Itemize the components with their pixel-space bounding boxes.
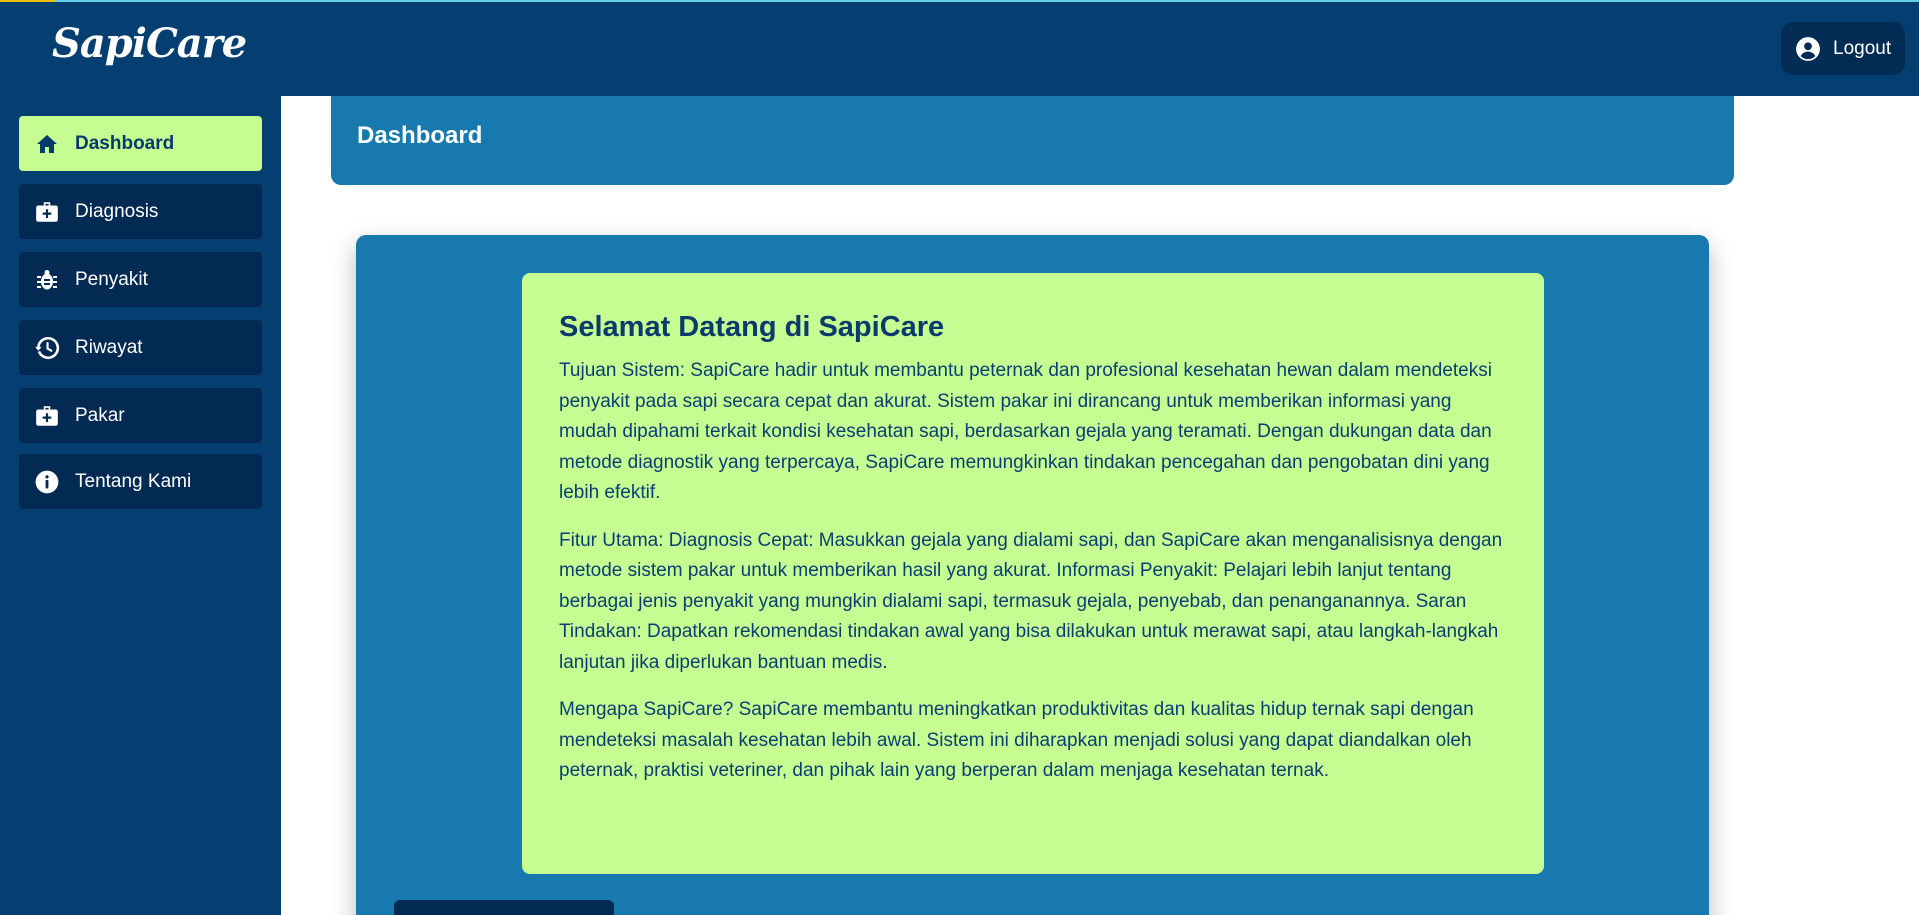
medical-kit-icon bbox=[33, 402, 61, 430]
action-button[interactable] bbox=[394, 900, 614, 915]
sidebar-item-pakar[interactable]: Pakar bbox=[19, 388, 262, 443]
welcome-title: Selamat Datang di SapiCare bbox=[559, 311, 945, 343]
loading-indicator bbox=[0, 0, 55, 2]
welcome-paragraph-features: Fitur Utama: Diagnosis Cepat: Masukkan g… bbox=[559, 529, 1503, 673]
info-icon bbox=[33, 468, 61, 496]
sidebar-item-riwayat[interactable]: Riwayat bbox=[19, 320, 262, 375]
sidebar-item-label: Tentang Kami bbox=[75, 470, 192, 492]
sidebar-item-dashboard[interactable]: Dashboard bbox=[19, 116, 262, 171]
welcome-paragraph-purpose: Tujuan Sistem: SapiCare hadir untuk memb… bbox=[559, 360, 1492, 503]
sidebar-item-label: Penyakit bbox=[75, 268, 148, 290]
brand-logo[interactable]: SapiCare bbox=[52, 20, 247, 67]
home-icon bbox=[33, 130, 61, 158]
main-content-card: Selamat Datang di SapiCare Tujuan Sistem… bbox=[356, 235, 1709, 915]
medical-kit-icon bbox=[33, 198, 61, 226]
welcome-panel: Selamat Datang di SapiCare Tujuan Sistem… bbox=[522, 273, 1544, 874]
sidebar-item-label: Riwayat bbox=[75, 336, 143, 358]
page-header: Dashboard bbox=[331, 96, 1734, 185]
logout-label: Logout bbox=[1833, 37, 1892, 59]
sidebar: Dashboard Diagnosis Penyakit Riwayat Pak… bbox=[0, 96, 281, 915]
welcome-paragraph-why: Mengapa SapiCare? SapiCare membantu meni… bbox=[559, 699, 1474, 781]
sidebar-item-label: Pakar bbox=[75, 404, 125, 426]
sidebar-item-label: Dashboard bbox=[75, 132, 175, 154]
history-icon bbox=[33, 334, 61, 362]
user-circle-icon bbox=[1796, 36, 1820, 61]
sidebar-item-tentang-kami[interactable]: Tentang Kami bbox=[19, 454, 262, 509]
page-title: Dashboard bbox=[357, 122, 483, 149]
sidebar-item-label: Diagnosis bbox=[75, 200, 159, 222]
top-navbar: SapiCare Logout bbox=[0, 0, 1919, 96]
top-accent-line bbox=[0, 0, 1919, 2]
bug-icon bbox=[33, 266, 61, 294]
logout-button[interactable]: Logout bbox=[1781, 22, 1905, 75]
sidebar-item-diagnosis[interactable]: Diagnosis bbox=[19, 184, 262, 239]
sidebar-item-penyakit[interactable]: Penyakit bbox=[19, 252, 262, 307]
